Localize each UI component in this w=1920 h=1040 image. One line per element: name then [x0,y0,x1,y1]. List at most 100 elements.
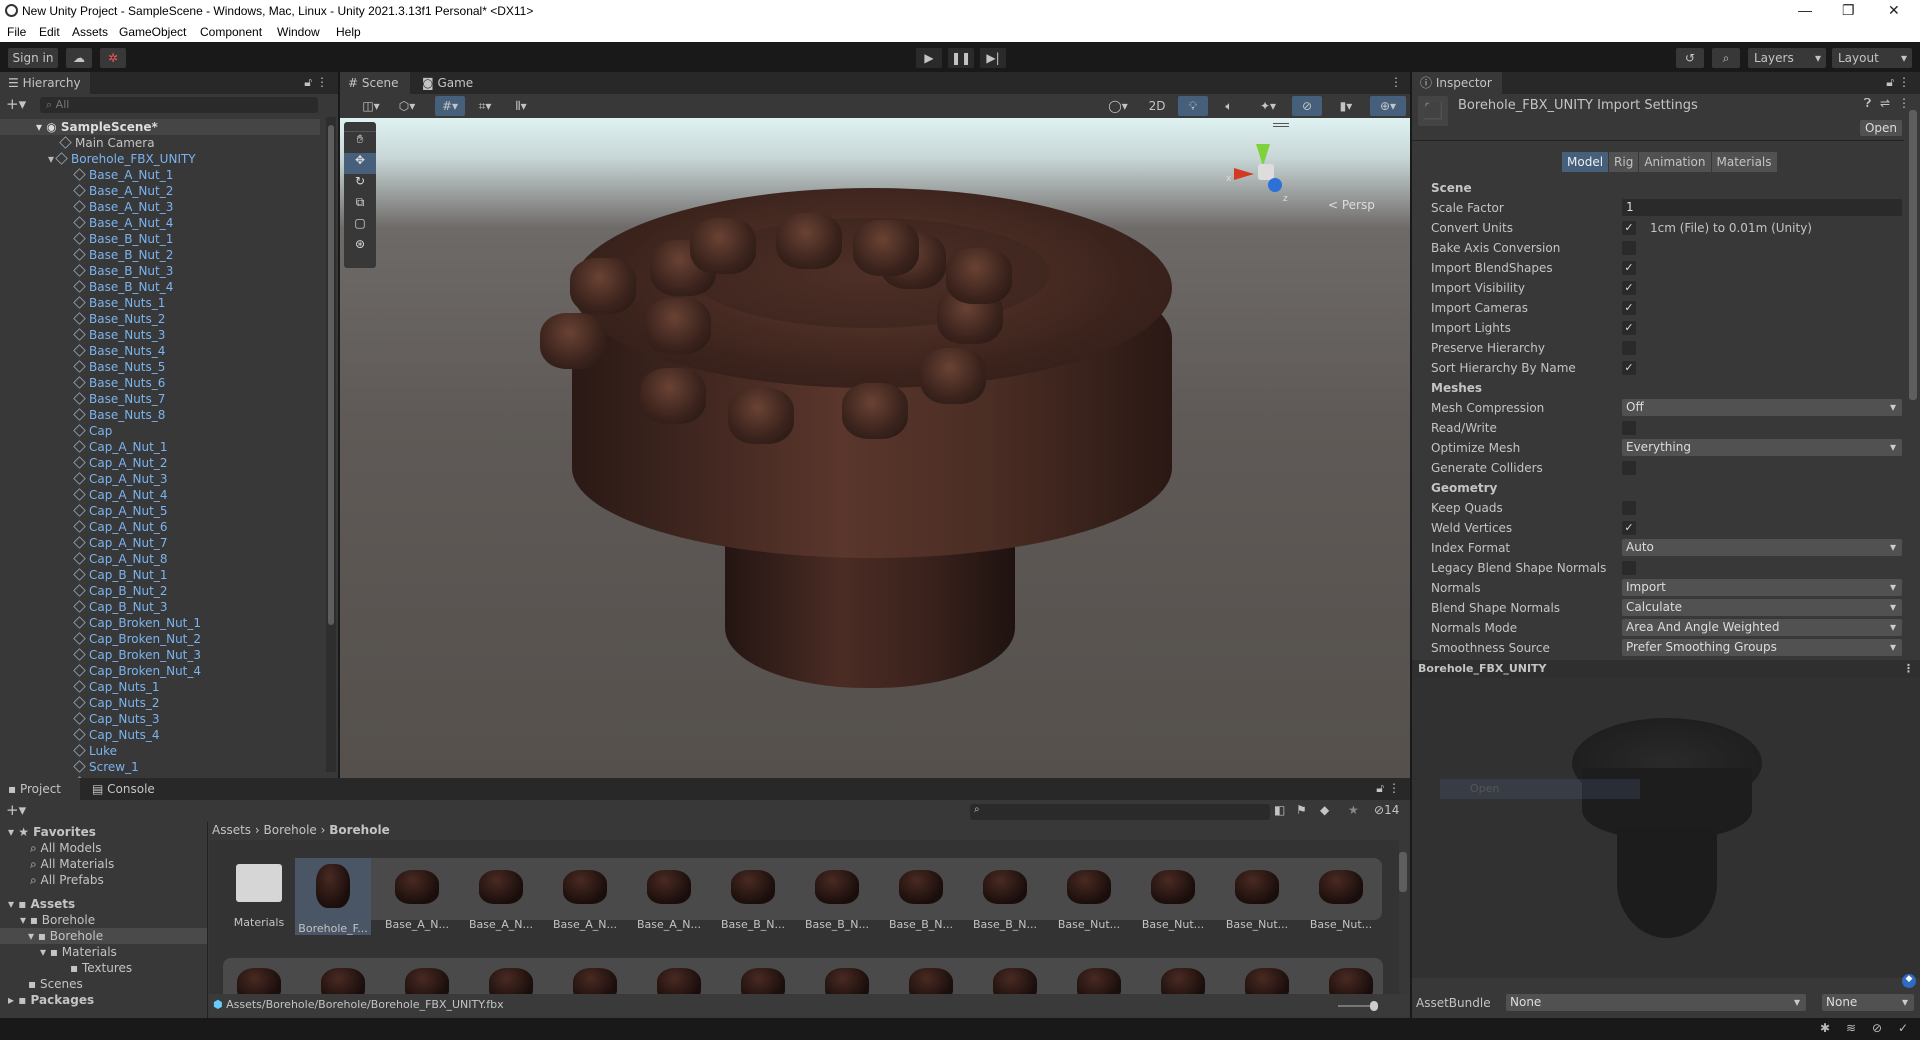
minimize-button[interactable]: — [1798,2,1812,18]
lock-icon[interactable]: 🔓︎ [1376,781,1384,796]
history-icon[interactable]: ↺ [1676,48,1704,68]
label-filter-icon[interactable]: ◆ [1320,803,1329,817]
help-icon[interactable]: ❓︎ [1864,96,1871,111]
shading-dropdown[interactable]: ◯▾ [1100,96,1136,116]
hierarchy-item[interactable]: Base_Nuts_3 [73,327,165,343]
property-checkbox[interactable] [1622,241,1636,255]
gizmos-dropdown[interactable]: ⊕▾ [1370,96,1406,116]
property-checkbox[interactable] [1622,461,1636,475]
thumbnail-size-slider[interactable] [1338,1001,1378,1011]
asset-bundle-variant-dropdown[interactable]: None [1822,994,1914,1011]
property-field[interactable]: 1 [1622,199,1902,216]
cache-icon[interactable]: ≋ [1846,1021,1856,1035]
asset-item[interactable]: Base_A_N... [463,858,539,931]
folder-tree-item[interactable]: ⌕ All Prefabs [30,872,104,888]
hierarchy-item[interactable]: ▾ Borehole_FBX_UNITY [48,151,196,167]
hierarchy-item[interactable]: Luke [73,743,117,759]
hierarchy-item[interactable]: Base_Nuts_7 [73,391,165,407]
lock-icon[interactable]: 🔓︎ [1886,75,1894,90]
menu-assets[interactable]: Assets [72,25,108,39]
scene-viewport[interactable]: x y z < Persp [340,118,1410,778]
open-button[interactable]: Open [1860,120,1902,136]
hierarchy-item[interactable]: Base_A_Nut_4 [73,215,173,231]
hierarchy-item[interactable]: Base_B_Nut_2 [73,247,173,263]
sign-in-button[interactable]: Sign in [8,48,58,68]
more-icon[interactable]: ⋮ [316,75,328,89]
asset-item[interactable]: Base_A_N... [631,858,707,931]
property-checkbox[interactable]: ✓ [1622,361,1636,375]
asset-item[interactable]: Base_B_N... [715,858,791,931]
rect-tool-icon[interactable]: ▢ [344,216,376,237]
menu-file[interactable]: File [7,25,26,39]
favorite-icon[interactable]: ★ [1348,803,1359,817]
hierarchy-item[interactable]: Screw_1 [73,759,139,775]
hierarchy-item[interactable]: Base_Nuts_8 [73,407,165,423]
hierarchy-item[interactable]: Cap_B_Nut_1 [73,567,168,583]
hierarchy-item[interactable]: Cap_Nuts_2 [73,695,160,711]
hierarchy-item[interactable]: Cap_A_Nut_6 [73,519,167,535]
property-checkbox[interactable] [1622,561,1636,575]
property-dropdown[interactable]: Calculate [1622,599,1902,616]
property-checkbox[interactable]: ✓ [1622,261,1636,275]
expand-arrow-icon[interactable]: ▾ [48,152,54,166]
asset-item[interactable]: Base_B_N... [967,858,1043,931]
asset-item[interactable]: Base_Nut... [1051,858,1127,931]
folder-tree-item[interactable]: ▾ ▪ Borehole [0,928,207,944]
breadcrumb-assets[interactable]: Assets [212,823,251,837]
lighting-toggle-icon[interactable]: 💡︎ [1178,96,1208,116]
label-icon[interactable]: ◆ [1902,974,1916,988]
scene-root[interactable]: ▾ ◉ SampleScene* [0,119,320,135]
hierarchy-item[interactable]: Cap_A_Nut_7 [73,535,167,551]
property-dropdown[interactable]: Off [1622,399,1902,416]
property-checkbox[interactable] [1622,501,1636,515]
folder-tree-item[interactable]: ⌕ All Materials [30,856,114,872]
property-checkbox[interactable] [1622,341,1636,355]
camera-dropdown[interactable]: ▮▾ [1328,96,1364,116]
rotate-tool-icon[interactable]: ↻ [344,174,376,195]
search-icon[interactable]: ⌕ [1712,48,1740,68]
menu-edit[interactable]: Edit [39,25,60,39]
project-search-input[interactable]: ⌕ [970,804,1270,820]
property-checkbox[interactable]: ✓ [1622,281,1636,295]
tool-palette-handle[interactable] [344,122,376,132]
hierarchy-item[interactable]: Cap_A_Nut_4 [73,487,167,503]
hierarchy-item[interactable]: Cap_Nuts_1 [73,679,160,695]
preview-header[interactable]: Borehole_FBX_UNITY ⋮ [1412,660,1920,678]
menu-window[interactable]: Window [277,25,320,39]
hierarchy-item[interactable]: Base_B_Nut_1 [73,231,173,247]
property-dropdown[interactable]: Import [1622,579,1902,596]
asset-item[interactable]: Base_Nut... [1303,858,1379,931]
property-checkbox[interactable]: ✓ [1622,221,1636,235]
tab-animation[interactable]: Animation [1639,152,1711,172]
asset-item[interactable]: Borehole_F... [295,858,371,935]
transform-tool-icon[interactable]: ⊛ [344,237,376,258]
maximize-button[interactable]: ❐ [1842,2,1855,19]
hierarchy-item[interactable]: Base_A_Nut_2 [73,183,173,199]
hierarchy-item[interactable]: Base_Nuts_2 [73,311,165,327]
asset-item[interactable]: Base_B_N... [799,858,875,931]
asset-item[interactable]: Base_Nut... [1219,858,1295,931]
toggle-2d-button[interactable]: 2D [1142,96,1172,116]
property-checkbox[interactable] [1622,421,1636,435]
property-dropdown[interactable]: Prefer Smoothing Groups [1622,639,1902,656]
folder-tree-item[interactable]: ▪ Scenes [28,976,83,992]
hierarchy-item[interactable]: Base_Nuts_5 [73,359,165,375]
hierarchy-item[interactable]: Cap_A_Nut_8 [73,551,167,567]
hierarchy-item[interactable]: Cap_A_Nut_1 [73,439,167,455]
layers-dropdown[interactable]: Layers ▾ [1748,48,1826,68]
asset-grid-scrollbar[interactable] [1398,840,1408,994]
hierarchy-item[interactable]: Cap_Broken_Nut_1 [73,615,201,631]
hierarchy-item[interactable]: Base_A_Nut_3 [73,199,173,215]
property-checkbox[interactable]: ✓ [1622,521,1636,535]
tab-materials[interactable]: Materials [1711,152,1777,172]
pause-button[interactable]: ❚❚ [948,48,974,68]
render-mode-dropdown[interactable]: ⬡▾ [392,96,422,116]
folder-tree-item[interactable]: ▾ ▪ Assets [8,896,75,912]
step-button[interactable]: ▶| [980,48,1006,68]
property-checkbox[interactable]: ✓ [1622,301,1636,315]
menu-help[interactable]: Help [336,25,361,39]
overlay-menu-icon[interactable] [1273,123,1289,127]
menu-component[interactable]: Component [200,25,262,39]
presets-icon[interactable]: ⇌ [1880,96,1890,110]
tab-game[interactable]: ◙ Game [414,72,481,94]
